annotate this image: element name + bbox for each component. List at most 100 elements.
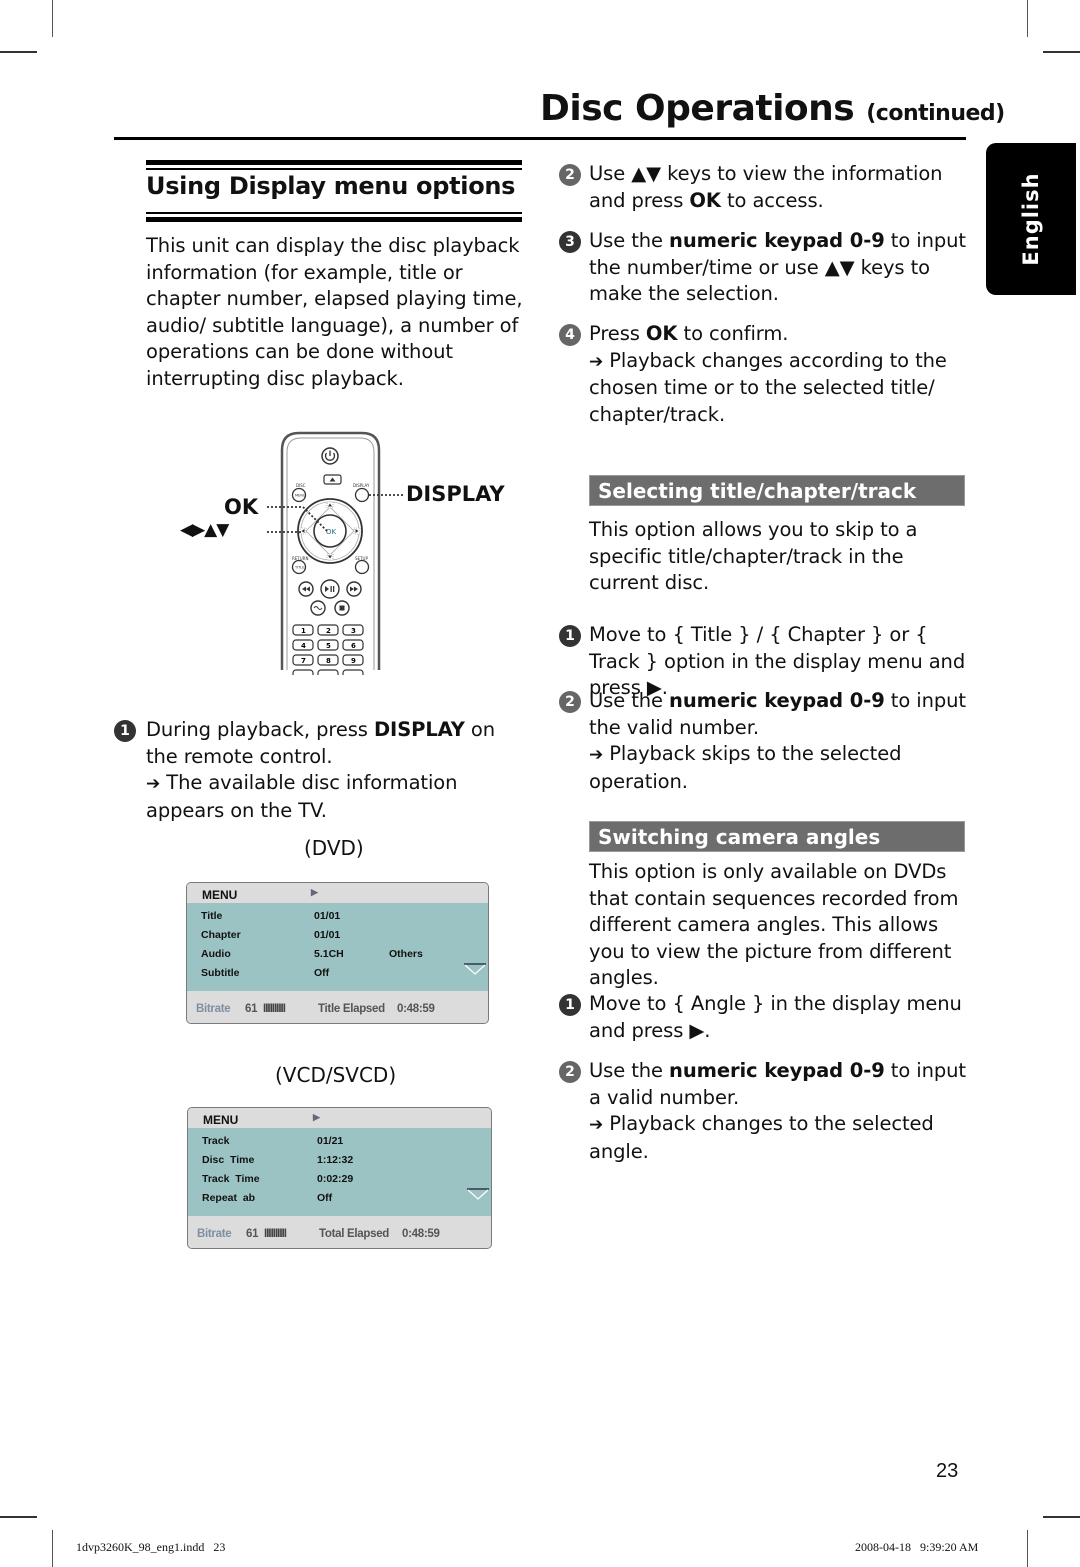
osd-bitrate-value: 61 xyxy=(245,1003,258,1015)
section-heading-select-title: Selecting title/chapter/track xyxy=(589,475,965,506)
osd-elapsed-value: 0:48:59 xyxy=(402,1228,440,1240)
result-arrow-icon: ➔ xyxy=(589,1115,604,1135)
vcd-display-menu-panel: MENU ▶ Track 01/21 Disc Time 1:12:32 Track T… xyxy=(187,1107,492,1249)
setup-button-icon xyxy=(354,559,370,575)
osd-right-arrow-icon: ▶ xyxy=(313,1112,320,1122)
osd-bitrate-bars: IIIIIIIIII xyxy=(263,1003,286,1015)
osd-row-label: Track Time xyxy=(202,1173,260,1185)
crop-mark xyxy=(52,0,53,37)
key-name: DISPLAY xyxy=(373,718,465,741)
remote-control-graphic: DISC MENU DISPLAY OK RETURN TITLE SETUP xyxy=(267,431,403,681)
crop-mark xyxy=(0,1516,37,1518)
angle-step-2: Use the numeric keypad 0-9 to input a va… xyxy=(589,1058,969,1165)
display-small-label: DISPLAY xyxy=(353,483,370,488)
heading-rule-bottom-thick xyxy=(146,217,522,222)
step-text: Use the xyxy=(589,229,670,252)
section-heading-camera-angles: Switching camera angles xyxy=(589,821,965,852)
key-name: numeric keypad 0-9 xyxy=(669,689,885,712)
osd-bitrate-label: Bitrate xyxy=(196,1003,231,1015)
osd-scroll-down-icon xyxy=(464,963,486,975)
osd-menu-label: MENU xyxy=(203,1113,239,1127)
osd-row: Subtitle Off xyxy=(187,964,488,983)
step-1-display-instruction: During playback, press DISPLAY on the re… xyxy=(146,717,531,824)
step-result: The available disc information appears o… xyxy=(146,771,458,822)
language-tab-label: English xyxy=(1019,172,1043,266)
arrow-keys-callout-label: ◀▶▲▼ xyxy=(180,520,229,540)
osd-bitrate-value: 61 xyxy=(246,1228,259,1240)
crop-mark xyxy=(1027,0,1028,37)
disc-label: DISC xyxy=(296,483,306,488)
result-arrow-icon: ➔ xyxy=(589,745,604,765)
keypad-key-label: 6 xyxy=(351,642,356,650)
osd-row: Audio 5.1CH Others xyxy=(187,945,488,964)
keypad-key-label: 4 xyxy=(301,642,306,650)
crop-mark xyxy=(52,1530,53,1567)
osd-row: Title 01/01 xyxy=(187,907,488,926)
crop-mark xyxy=(1027,1530,1028,1567)
step-badge: 1 xyxy=(114,720,136,742)
step-3-input-instruction: Use the numeric keypad 0-9 to input the … xyxy=(589,228,969,308)
dvd-caption: (DVD) xyxy=(304,836,364,860)
step-result: Playback skips to the selected operation… xyxy=(589,742,902,793)
osd-row-value: Off xyxy=(314,967,330,979)
page-number: 23 xyxy=(936,1460,959,1482)
osd-elapsed-label: Total Elapsed xyxy=(319,1228,390,1240)
osd-row-value: 1:12:32 xyxy=(317,1154,354,1166)
step-text: Press xyxy=(589,322,646,345)
keypad-key-icon xyxy=(292,669,314,681)
osd-row-label: Audio xyxy=(201,948,231,960)
step-badge: 4 xyxy=(559,324,581,346)
osd-row-label: Title xyxy=(201,910,223,922)
step-text: Use the xyxy=(589,1059,670,1082)
page-title-suffix: (continued) xyxy=(866,101,1005,126)
keypad-key-icon xyxy=(317,669,339,681)
step-badge: 2 xyxy=(559,691,581,713)
crop-mark xyxy=(0,51,37,53)
osd-row-label: Disc Time xyxy=(202,1154,255,1166)
step-text: During playback, press xyxy=(146,718,374,741)
osd-row: Track Time 0:02:29 xyxy=(188,1170,491,1189)
ok-callout-label: OK xyxy=(224,495,259,519)
key-name: numeric keypad 0-9 xyxy=(669,1059,885,1082)
step-badge: 2 xyxy=(559,164,581,186)
keypad-key-label: 7 xyxy=(301,657,306,665)
step-badge: 2 xyxy=(559,1061,581,1083)
step-text: to access. xyxy=(720,188,824,212)
language-tab: English xyxy=(986,143,1076,295)
osd-elapsed-label: Title Elapsed xyxy=(318,1003,385,1015)
osd-row-value: 5.1CH xyxy=(314,948,344,960)
key-name: numeric keypad 0-9 xyxy=(669,229,885,252)
dvd-display-menu-panel: MENU ▶ Title 01/01 Chapter 01/01 Audio 5.1CH O… xyxy=(186,882,489,1024)
osd-row: Repeat ab Off xyxy=(188,1189,491,1208)
osd-elapsed-value: 0:48:59 xyxy=(397,1003,435,1015)
osd-row-label: Subtitle xyxy=(201,967,240,979)
keypad-key-icon xyxy=(342,669,364,681)
step-result: Playback changes to the selected angle. xyxy=(589,1112,934,1163)
osd-row-label: Track xyxy=(202,1135,230,1147)
osd-row-value: 01/01 xyxy=(314,910,341,922)
osd-right-arrow-icon: ▶ xyxy=(311,887,318,897)
keypad-key-label: 1 xyxy=(301,627,306,635)
result-arrow-icon: ➔ xyxy=(589,351,604,372)
vcd-caption: (VCD/SVCD) xyxy=(275,1063,397,1087)
eject-button-icon xyxy=(323,474,342,485)
angle-intro-paragraph: This option is only available on DVDs th… xyxy=(589,860,959,989)
heading-rule-top-thick xyxy=(146,160,522,165)
step-result: Playback changes according to the chosen… xyxy=(589,348,947,426)
menu-label: MENU xyxy=(295,494,306,498)
print-timestamp: 2008-04-18 9:39:20 AM xyxy=(855,1540,979,1554)
step-badge: 1 xyxy=(559,625,581,647)
osd-row-label: Chapter xyxy=(201,929,241,941)
osd-row-label: Repeat ab xyxy=(202,1192,256,1204)
intro-paragraph: This unit can display the disc playback … xyxy=(146,234,523,390)
section-heading-display-menu: Using Display menu options xyxy=(146,172,516,200)
play-pause-button-icon xyxy=(320,579,340,599)
select-intro-paragraph: This option allows you to skip to a spec… xyxy=(589,518,918,594)
osd-row-value: 01/01 xyxy=(314,929,341,941)
page-title: Disc Operations (continued) xyxy=(540,88,1005,129)
key-name: OK xyxy=(689,188,721,212)
display-button-icon xyxy=(354,487,370,503)
angle-step-1: Move to { Angle } in the display menu an… xyxy=(589,992,962,1042)
step-2-navigate-instruction: Use ▲▼ keys to view the information and … xyxy=(589,161,969,214)
keypad-key-label: 3 xyxy=(351,627,356,635)
